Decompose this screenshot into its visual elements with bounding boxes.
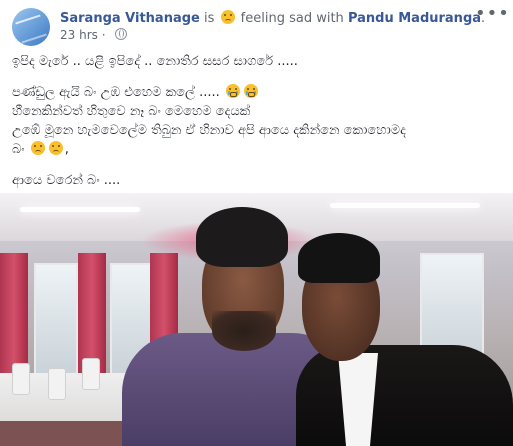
post-gap xyxy=(12,159,501,171)
author-name-link[interactable]: Saranga Vithanage xyxy=(60,11,200,26)
post-header-line: Saranga Vithanage is feeling sad with Pa… xyxy=(60,10,485,26)
photo-chair xyxy=(82,358,100,390)
post-header: Saranga Vithanage is feeling sad with Pa… xyxy=(12,4,509,46)
post-line-6: ආයෙ වරෙන් බං .... xyxy=(12,173,121,188)
photo-ceiling-light xyxy=(20,207,140,212)
sad-face-emoji-icon xyxy=(48,141,63,155)
meta-separator: · xyxy=(101,28,106,42)
author-avatar[interactable] xyxy=(12,8,50,46)
crying-face-emoji-icon xyxy=(225,84,240,98)
post-line-5-suffix: , xyxy=(64,142,69,157)
post-line-5: බං , xyxy=(12,140,501,159)
post-line-2: පණ්ඩුල ඇයි බං උඹ එහෙම කලේ ..... xyxy=(12,83,501,102)
globe-icon[interactable] xyxy=(115,28,128,40)
photo-person-2-jacket xyxy=(296,345,513,446)
post-line-4: උඹේ මූනෙ හැමවෙලේම තිබුන ඒ හිනාව අපි ආයෙ … xyxy=(12,123,406,138)
post-line-1: ඉපිද මැරේ .. යළි ඉපිදේ .. නොතිර සසර සාගර… xyxy=(12,54,298,69)
is-text: is xyxy=(204,11,215,26)
sad-face-emoji-icon xyxy=(220,10,235,24)
photo-chair xyxy=(48,368,66,400)
photo-chair xyxy=(12,363,30,395)
tagged-person-link[interactable]: Pandu Maduranga xyxy=(348,11,481,26)
sad-face-emoji-icon xyxy=(30,141,45,155)
photo-person-1-hair xyxy=(196,207,288,267)
post-meta: 23 hrs · xyxy=(60,28,128,42)
photo-ceiling-light xyxy=(330,203,480,208)
photo-window xyxy=(34,263,78,377)
post-line-2-text: පණ්ඩුල ඇයි බං උඹ එහෙම කලේ ..... xyxy=(12,85,220,100)
post-text: ඉපිද මැරේ .. යළි ඉපිදේ .. නොතිර සසර සාගර… xyxy=(12,52,501,190)
photo-person-1-beard xyxy=(212,311,276,351)
more-options-icon[interactable]: ••• xyxy=(475,4,509,28)
photo-person-2-hair xyxy=(298,233,380,283)
post-line-3: හීනෙකින්වත් හිතුවෙ නෑ බං මෙහෙම දෙයක් xyxy=(12,104,251,119)
post-gap xyxy=(12,71,501,83)
feeling-text: feeling sad with xyxy=(240,11,344,26)
post-photo[interactable] xyxy=(0,193,513,446)
post-line-5-text: බං xyxy=(12,142,25,157)
crying-face-emoji-icon xyxy=(243,84,258,98)
post-timestamp[interactable]: 23 hrs xyxy=(60,28,98,42)
